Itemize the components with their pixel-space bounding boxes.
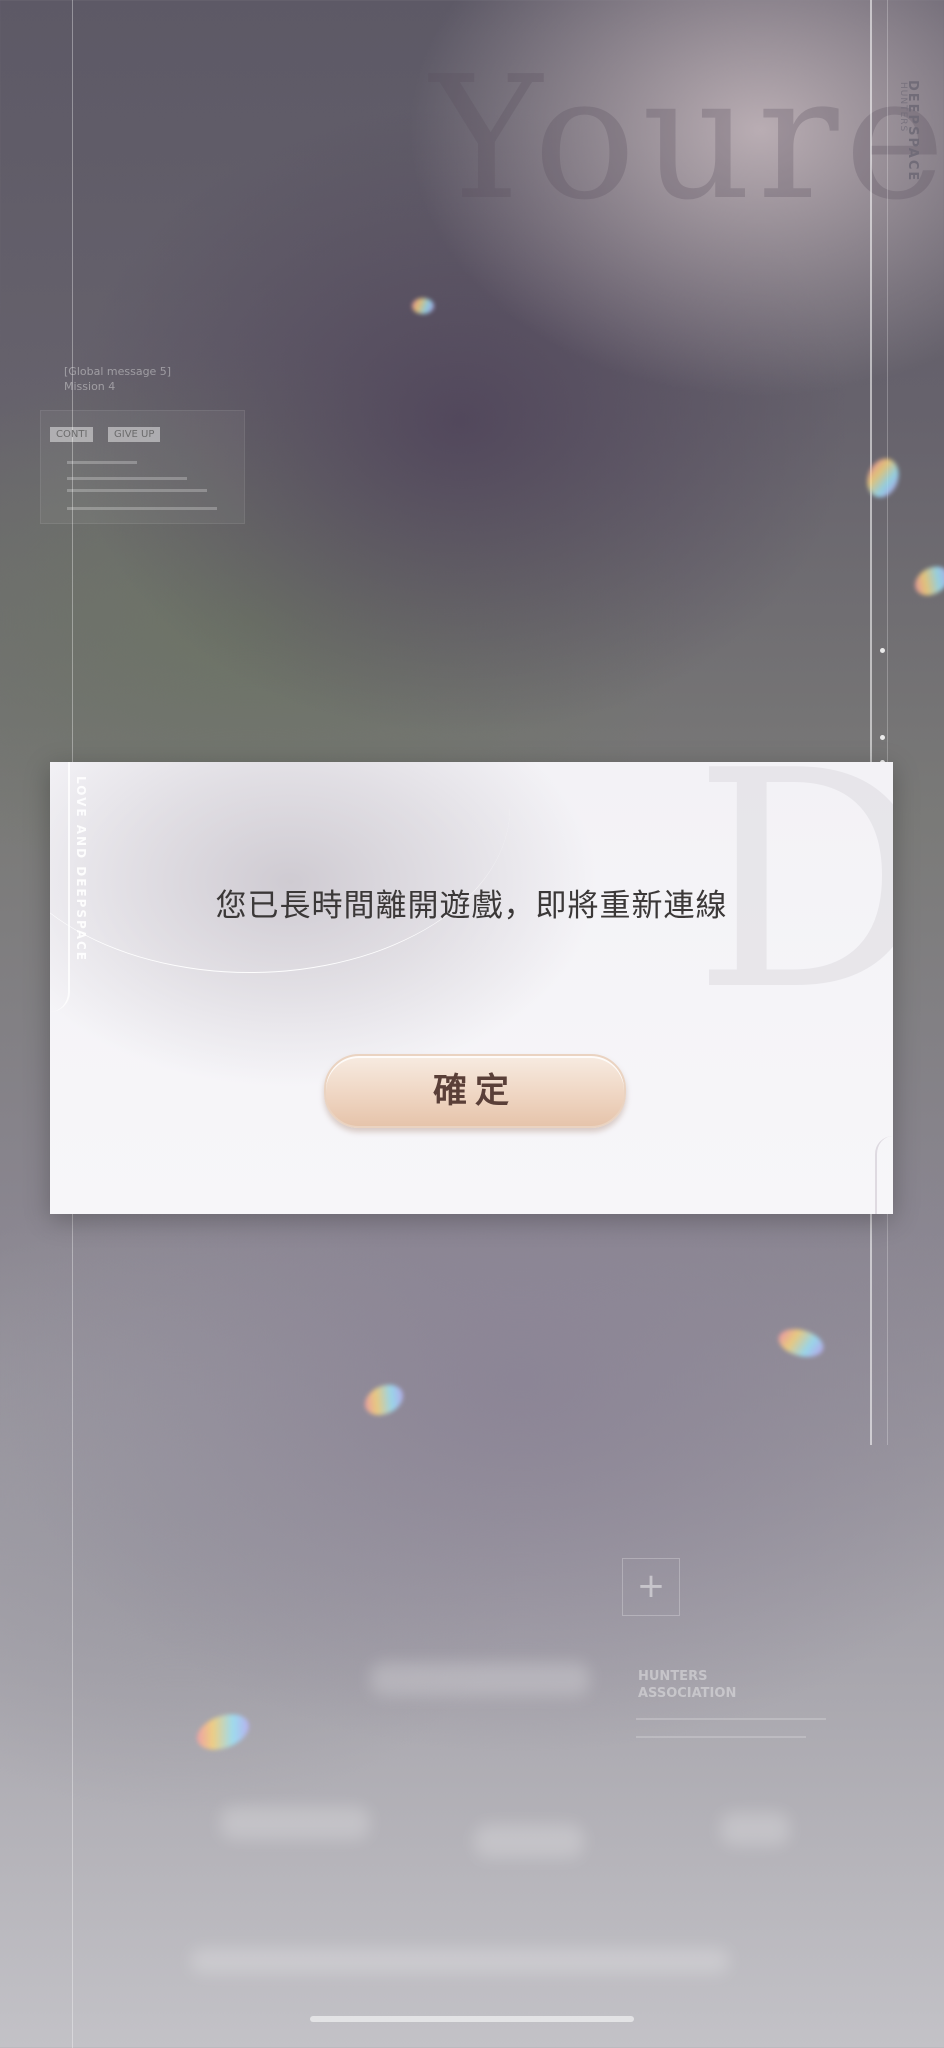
dialog-message: 您已長時間離開遊戲，即將重新連線 — [215, 888, 728, 924]
modal-overlay: D LOVE AND DEEPSPACE 您已長時間離開遊戲，即將重新連線 確定 — [0, 0, 944, 2048]
confirm-button[interactable]: 確定 — [324, 1054, 626, 1128]
dialog-corner-decoration — [875, 1136, 893, 1214]
reconnect-dialog: D LOVE AND DEEPSPACE 您已長時間離開遊戲，即將重新連線 確定 — [50, 762, 893, 1214]
dialog-decorative-curve — [50, 762, 510, 973]
confirm-button-label: 確定 — [433, 1071, 517, 1111]
dialog-side-text: LOVE AND DEEPSPACE — [74, 776, 88, 963]
